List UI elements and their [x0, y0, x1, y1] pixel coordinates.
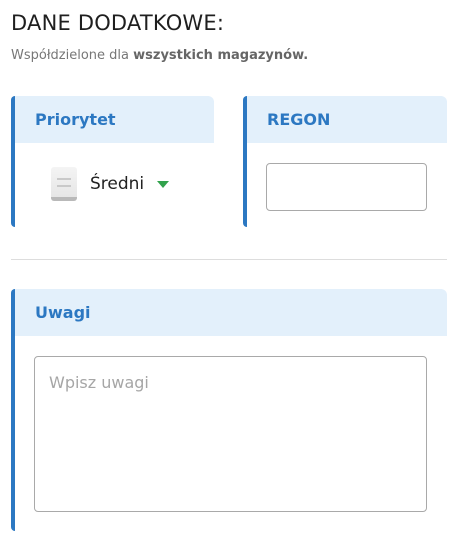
- priority-dropdown[interactable]: Średni: [51, 167, 170, 201]
- section-divider: [11, 259, 447, 260]
- regon-card: REGON: [243, 96, 447, 227]
- subtitle-bold: wszystkich magazynów.: [133, 48, 309, 63]
- subtitle-prefix: Współdzielone dla: [11, 48, 134, 63]
- section-subtitle: Współdzielone dla wszystkich magazynów.: [11, 48, 308, 63]
- notes-card: Uwagi: [11, 289, 447, 531]
- priority-label: Priorytet: [35, 110, 116, 129]
- regon-label: REGON: [267, 110, 331, 129]
- section-title: DANE DODATKOWE:: [11, 11, 225, 35]
- notes-card-header: Uwagi: [15, 289, 447, 336]
- regon-input[interactable]: [266, 163, 427, 211]
- priority-medium-icon: [51, 167, 77, 201]
- notes-textarea[interactable]: [34, 356, 427, 512]
- priority-card-header: Priorytet: [15, 96, 214, 143]
- caret-down-icon[interactable]: [157, 180, 170, 188]
- notes-label: Uwagi: [35, 303, 91, 322]
- priority-card: Priorytet Średni: [11, 96, 214, 227]
- regon-card-header: REGON: [247, 96, 447, 143]
- priority-value: Średni: [90, 174, 145, 194]
